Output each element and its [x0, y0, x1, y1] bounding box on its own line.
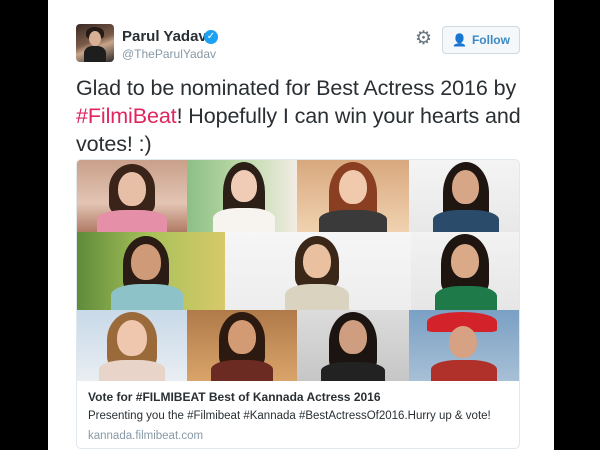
collage-photo — [77, 160, 187, 232]
verified-badge-icon: ✓ — [204, 30, 218, 44]
follow-label: Follow — [471, 33, 510, 47]
user-handle[interactable]: @TheParulYadav — [122, 47, 216, 61]
tweet-text-before: Glad to be nominated for Best Actress 20… — [76, 76, 517, 100]
collage-photo — [187, 310, 297, 381]
card-description: Presenting you the #Filmibeat #Kannada #… — [88, 410, 491, 422]
card-title[interactable]: Vote for #FILMIBEAT Best of Kannada Actr… — [88, 390, 381, 404]
collage-photo — [77, 310, 187, 381]
hashtag-link[interactable]: #FilmiBeat — [76, 104, 177, 128]
collage-photo — [297, 160, 409, 232]
collage-photo — [409, 160, 519, 232]
collage-photo — [297, 310, 409, 381]
tweet-embed: Parul Yadav ✓ @TheParulYadav ⚙ 👤 Follow … — [48, 0, 554, 450]
follow-button[interactable]: 👤 Follow — [442, 26, 520, 54]
collage-photo — [187, 160, 297, 232]
collage-photo — [225, 232, 411, 310]
display-name[interactable]: Parul Yadav — [122, 28, 207, 45]
collage-photo — [77, 232, 225, 310]
card-image-collage — [77, 160, 519, 381]
gear-icon[interactable]: ⚙ — [415, 29, 432, 49]
collage-photo — [411, 232, 519, 310]
tweet-text: Glad to be nominated for Best Actress 20… — [76, 74, 546, 158]
collage-photo — [409, 310, 519, 381]
card-domain: kannada.filmibeat.com — [88, 430, 204, 442]
link-card[interactable]: Vote for #FILMIBEAT Best of Kannada Actr… — [76, 159, 520, 449]
person-add-icon: 👤 — [452, 33, 467, 47]
avatar[interactable] — [76, 24, 114, 62]
